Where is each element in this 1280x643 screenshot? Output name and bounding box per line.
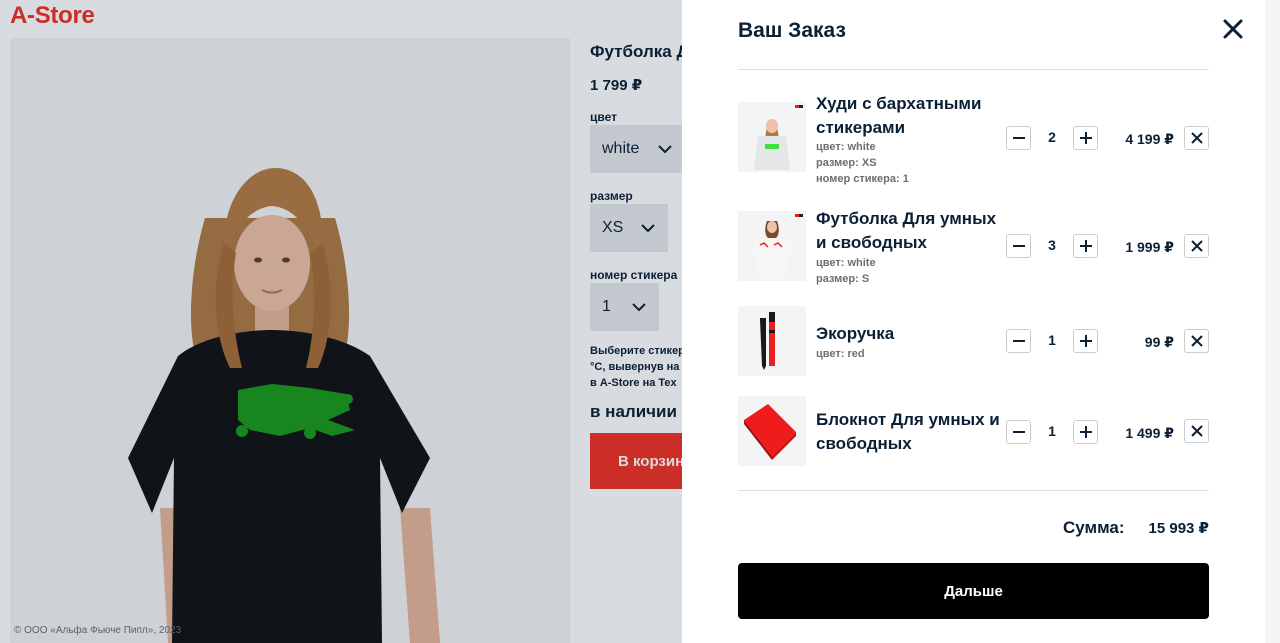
quantity-stepper: 1 — [1006, 420, 1098, 444]
cart-item-prop: размер: S — [816, 273, 870, 285]
cart-item-price: 4 199 ₽ — [1125, 131, 1174, 147]
cart-item-name[interactable]: Блокнот Для умных и свободных — [816, 408, 1001, 456]
quantity-value: 2 — [1048, 129, 1056, 145]
hoodie-photo — [738, 102, 806, 172]
quantity-stepper: 2 — [1006, 126, 1098, 150]
cart-item-prop: цвет: red — [816, 348, 865, 360]
quantity-stepper: 3 — [1006, 234, 1098, 258]
cart-item-name[interactable]: Худи с бархатными стикерами — [816, 92, 1001, 140]
increase-button[interactable] — [1073, 329, 1098, 353]
decrease-button[interactable] — [1006, 420, 1031, 444]
tshirt-photo — [738, 211, 806, 281]
cart-item-price: 1 499 ₽ — [1125, 425, 1174, 441]
close-icon — [1191, 240, 1203, 252]
cart-item-price: 1 999 ₽ — [1125, 239, 1174, 255]
close-icon — [1191, 132, 1203, 144]
minus-icon — [1013, 245, 1025, 247]
cart-item-prop: цвет: white — [816, 257, 876, 269]
cart-item-props: цвет: red — [816, 346, 865, 362]
pen-photo — [738, 306, 806, 376]
cart-item-props: цвет: white размер: XS номер стикера: 1 — [816, 139, 909, 187]
minus-icon — [1013, 137, 1025, 139]
plus-icon — [1080, 240, 1092, 252]
divider — [738, 69, 1209, 70]
decrease-button[interactable] — [1006, 126, 1031, 150]
cart-item-price: 99 ₽ — [1144, 334, 1174, 350]
quantity-value: 1 — [1048, 332, 1056, 348]
notebook-photo — [738, 396, 806, 466]
quantity-value: 3 — [1048, 237, 1056, 253]
next-button[interactable]: Дальше — [738, 563, 1209, 619]
close-icon[interactable] — [1222, 18, 1244, 40]
increase-button[interactable] — [1073, 234, 1098, 258]
decrease-button[interactable] — [1006, 329, 1031, 353]
increase-button[interactable] — [1073, 126, 1098, 150]
cart-item-props: цвет: white размер: S — [816, 255, 876, 287]
quantity-value: 1 — [1048, 423, 1056, 439]
decrease-button[interactable] — [1006, 234, 1031, 258]
plus-icon — [1080, 426, 1092, 438]
minus-icon — [1013, 340, 1025, 342]
plus-icon — [1080, 335, 1092, 347]
order-title: Ваш Заказ — [738, 19, 846, 42]
cart-item-prop: номер стикера: 1 — [816, 173, 909, 185]
close-icon — [1191, 335, 1203, 347]
plus-icon — [1080, 132, 1092, 144]
scrollbar[interactable] — [1265, 0, 1280, 643]
cart-item-name[interactable]: Футболка Для умных и свободных — [816, 207, 1001, 255]
total-label: Сумма: — [1063, 518, 1125, 537]
cart-item-prop: размер: XS — [816, 157, 877, 169]
total-value: 15 993 ₽ — [1148, 520, 1209, 537]
increase-button[interactable] — [1073, 420, 1098, 444]
remove-item-button[interactable] — [1184, 126, 1209, 150]
quantity-stepper: 1 — [1006, 329, 1098, 353]
remove-item-button[interactable] — [1184, 329, 1209, 353]
cart-item-name[interactable]: Экоручка — [816, 322, 1001, 346]
divider — [738, 490, 1209, 491]
minus-icon — [1013, 431, 1025, 433]
order-drawer: Ваш Заказ Худи с бархатными стикерами цв… — [682, 0, 1265, 643]
cart-item-prop: цвет: white — [816, 141, 876, 153]
close-icon — [1191, 425, 1203, 437]
remove-item-button[interactable] — [1184, 234, 1209, 258]
remove-item-button[interactable] — [1184, 419, 1209, 443]
